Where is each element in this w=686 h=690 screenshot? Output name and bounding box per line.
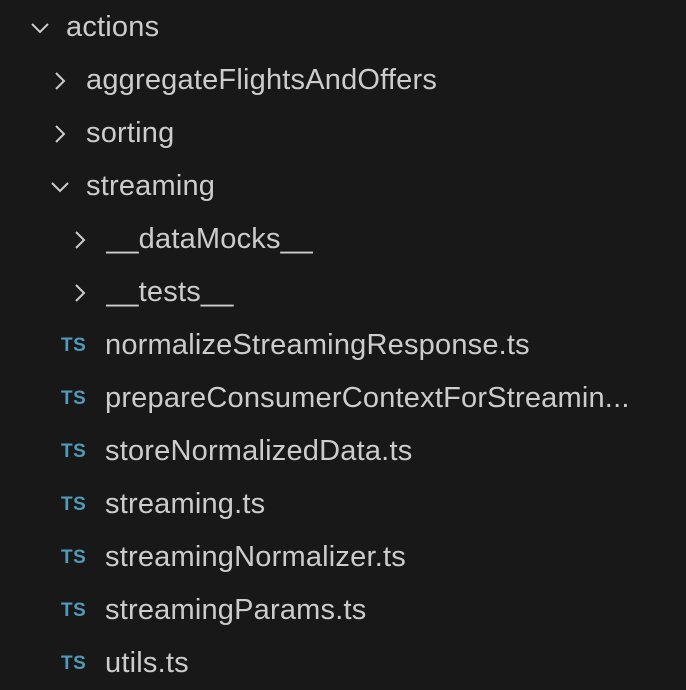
tree-item-label: aggregateFlightsAndOffers — [86, 64, 438, 96]
tree-file-streamingnormalizer[interactable]: TS streamingNormalizer.ts — [0, 531, 686, 584]
chevron-right-icon[interactable] — [50, 107, 70, 160]
tree-item-label: streamingNormalizer.ts — [105, 541, 406, 573]
chevron-down-icon[interactable] — [50, 160, 70, 213]
tree-item-label: __tests__ — [106, 276, 234, 308]
tree-folder-actions[interactable]: actions — [0, 1, 686, 54]
tree-folder-sorting[interactable]: sorting — [0, 107, 686, 160]
typescript-file-icon: TS — [61, 493, 87, 515]
tree-item-label: prepareConsumerContextForStreamin... — [105, 382, 630, 414]
tree-folder-datamocks[interactable]: __dataMocks__ — [0, 213, 686, 266]
tree-item-label: streamingParams.ts — [105, 594, 367, 626]
typescript-file-icon: TS — [61, 387, 87, 409]
typescript-file-icon: TS — [61, 440, 87, 462]
tree-folder-tests[interactable]: __tests__ — [0, 266, 686, 319]
tree-file-streamingparams[interactable]: TS streamingParams.ts — [0, 584, 686, 637]
file-explorer-tree: actions aggregateFlightsAndOffers sortin… — [0, 0, 686, 690]
chevron-right-icon[interactable] — [70, 266, 90, 319]
tree-item-label: actions — [66, 11, 160, 43]
tree-item-label: streaming.ts — [105, 488, 266, 520]
tree-item-label: __dataMocks__ — [106, 223, 314, 255]
tree-item-label: streaming — [86, 170, 216, 202]
tree-folder-aggregateflightsandoffers[interactable]: aggregateFlightsAndOffers — [0, 54, 686, 107]
tree-file-storenormalizeddata[interactable]: TS storeNormalizedData.ts — [0, 425, 686, 478]
chevron-right-icon[interactable] — [70, 213, 90, 266]
tree-file-streaming[interactable]: TS streaming.ts — [0, 478, 686, 531]
typescript-file-icon: TS — [61, 546, 87, 568]
typescript-file-icon: TS — [61, 334, 87, 356]
tree-item-label: utils.ts — [105, 647, 189, 679]
tree-file-utils[interactable]: TS utils.ts — [0, 637, 686, 690]
chevron-right-icon[interactable] — [50, 54, 70, 107]
typescript-file-icon: TS — [61, 652, 87, 674]
tree-file-prepareconsumercontextforstreaming[interactable]: TS prepareConsumerContextForStreamin... — [0, 372, 686, 425]
tree-item-label: sorting — [86, 117, 175, 149]
tree-item-label: storeNormalizedData.ts — [105, 435, 413, 467]
tree-item-label: normalizeStreamingResponse.ts — [105, 329, 530, 361]
typescript-file-icon: TS — [61, 599, 87, 621]
chevron-down-icon[interactable] — [30, 1, 50, 54]
tree-file-normalizestreamingresponse[interactable]: TS normalizeStreamingResponse.ts — [0, 319, 686, 372]
tree-folder-streaming[interactable]: streaming — [0, 160, 686, 213]
